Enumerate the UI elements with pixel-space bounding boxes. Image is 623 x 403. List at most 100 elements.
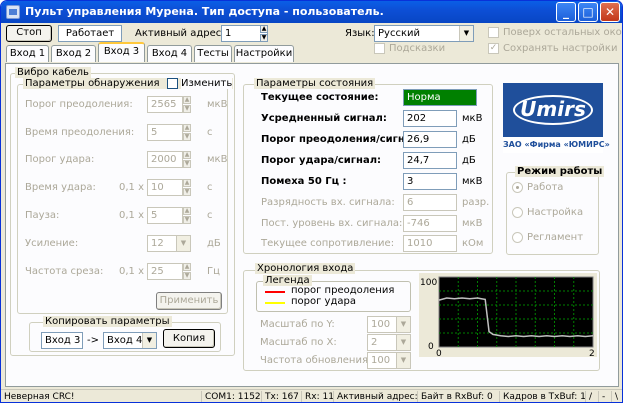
status-indicator-3: \: [611, 391, 622, 402]
on-top-checkbox[interactable]: [488, 27, 499, 38]
legend-label-crossing: порог преодоления: [291, 285, 395, 296]
detect-row-unit: Гц: [207, 266, 220, 277]
chevron-down-icon: ▼: [396, 353, 410, 368]
tab-input-1[interactable]: Вход 1: [6, 45, 49, 62]
detect-row-input[interactable]: 5: [147, 124, 183, 141]
chevron-down-icon: ▼: [459, 26, 473, 41]
state-row-unit: мкВ: [462, 113, 483, 124]
legend-label-impact: порог удара: [291, 296, 356, 307]
tab-tests[interactable]: Тесты: [194, 45, 232, 62]
state-row-value: 24,7: [403, 152, 457, 169]
save-settings-checkbox[interactable]: ✓: [488, 43, 499, 54]
mode-work-label: Работа: [527, 182, 564, 193]
status-address: Активный адрес: 1: [333, 391, 417, 402]
mode-setup-radio[interactable]: [512, 207, 523, 218]
detect-row-stepper[interactable]: ▲ ▼: [183, 207, 191, 224]
copy-button[interactable]: Копия: [163, 329, 215, 348]
status-tx: Tx: 167: [261, 391, 301, 402]
detect-row-stepper[interactable]: ▲ ▼: [183, 179, 191, 196]
detect-row-stepper[interactable]: ▲ ▼: [183, 96, 191, 113]
detect-row-input[interactable]: 5: [147, 207, 183, 224]
language-label: Язык:: [345, 28, 375, 39]
status-crc: Неверная CRC!: [4, 392, 75, 402]
detect-row-unit: с: [207, 127, 213, 138]
mode-regulation-label: Регламент: [527, 232, 584, 243]
legend-swatch-crossing: [265, 291, 285, 293]
copy-to-select[interactable]: Вход 4 ▼: [103, 332, 157, 349]
close-button[interactable]: ✕: [600, 2, 620, 22]
status-indicator-1: /: [585, 391, 598, 402]
tab-input-3[interactable]: Вход 3: [98, 42, 145, 62]
detect-row-stepper[interactable]: ▲ ▼: [183, 151, 191, 168]
window-title: Пульт управления Мурена. Тип доступа - п…: [25, 5, 384, 18]
detect-row-label: Усиление:: [25, 238, 79, 249]
detect-row-stepper[interactable]: ▲ ▼: [183, 124, 191, 141]
language-select[interactable]: Русский ▼: [374, 25, 474, 42]
state-row-value: Норма: [403, 89, 477, 106]
status-indicator-2: -: [598, 391, 611, 402]
detect-row-unit: мкВ: [207, 154, 228, 165]
stop-button[interactable]: Стоп: [6, 25, 52, 42]
tab-settings[interactable]: Настройки: [234, 45, 294, 62]
detect-row-unit: с: [207, 210, 213, 221]
status-port: COM1: 115200: [201, 391, 261, 402]
detect-row-input[interactable]: 25: [147, 263, 183, 280]
mode-regulation-radio[interactable]: [512, 232, 523, 243]
change-checkbox[interactable]: [167, 78, 178, 89]
detect-row-label: Время преодоления:: [25, 127, 135, 138]
mode-work-radio[interactable]: [512, 182, 523, 193]
state-row-value: 202: [403, 110, 457, 127]
tab-input-2[interactable]: Вход 2: [51, 45, 96, 62]
state-row-value: 1010: [403, 235, 457, 252]
scale-x-select[interactable]: 2 ▼: [367, 334, 411, 351]
detect-row-multiplier: 0,1 х: [119, 182, 144, 193]
vibro-cable-title: Вибро кабель: [15, 67, 91, 78]
status-field: Работает: [58, 25, 122, 42]
address-stepper[interactable]: ▲ ▼: [260, 25, 268, 42]
detect-row-input[interactable]: 10: [147, 179, 183, 196]
apply-button[interactable]: Применить: [156, 292, 222, 310]
logo-text: Umirs: [520, 97, 586, 121]
state-row-unit: кОм: [462, 238, 484, 249]
app-icon: [6, 5, 20, 19]
detect-row-label: Порог удара:: [25, 154, 95, 165]
state-row-unit: мкВ: [462, 218, 483, 229]
state-row-label: Текущее сопротивление:: [261, 238, 395, 249]
detect-row-multiplier: 0,1 х: [119, 210, 144, 221]
scale-y-select[interactable]: 100 ▼: [367, 316, 411, 333]
detect-row-unit: с: [207, 182, 213, 193]
copy-from-select[interactable]: Вход 3: [41, 332, 83, 349]
legend-swatch-impact: [265, 302, 285, 304]
hints-checkbox[interactable]: [374, 43, 385, 54]
detect-row-stepper[interactable]: ▲ ▼: [183, 263, 191, 280]
state-row-label: Текущее состояние:: [261, 92, 379, 103]
maximize-button[interactable]: □: [578, 2, 598, 22]
chronology-chart: 100 00 2: [419, 273, 597, 357]
detection-group: [17, 84, 228, 314]
save-settings-label: Сохранять настройки: [503, 43, 618, 54]
chart-y-tick-label: 0: [428, 342, 434, 352]
state-row-value: -746: [403, 215, 457, 232]
state-row-label: Порог удара/сигнал:: [261, 155, 382, 166]
chevron-down-icon: ▼: [396, 335, 410, 350]
detect-row-input[interactable]: 2000: [147, 151, 183, 168]
state-row-label: Порог преодоления/сигнал:: [261, 134, 423, 145]
detect-row-input[interactable]: 2565: [147, 96, 183, 113]
status-tx-frames: Кадров в TxBuf: 1: [499, 391, 585, 402]
chevron-down-icon: ▼: [142, 333, 156, 348]
refresh-select[interactable]: 100 ▼: [367, 352, 411, 369]
gain-select[interactable]: 12 ▼: [147, 235, 191, 252]
copy-title: Копировать параметры: [43, 316, 172, 327]
tab-input-4[interactable]: Вход 4: [147, 45, 192, 62]
mode-title: Режим работы: [515, 166, 605, 177]
title-bar[interactable]: Пульт управления Мурена. Тип доступа - п…: [1, 1, 622, 23]
detection-title-text: Параметры обнаружения: [25, 78, 160, 89]
state-row-label: Разрядность вх. сигнала:: [261, 197, 395, 208]
state-row-label: Усредненный сигнал:: [261, 113, 387, 124]
detect-row-unit: дБ: [207, 238, 221, 249]
on-top-label: Поверх остальных окон: [503, 27, 623, 38]
state-row-unit: дБ: [462, 134, 476, 145]
minimize-button[interactable]: _: [556, 2, 576, 22]
detect-row-unit: мкВ: [207, 99, 228, 110]
chronology-title: Хронология входа: [255, 263, 356, 274]
